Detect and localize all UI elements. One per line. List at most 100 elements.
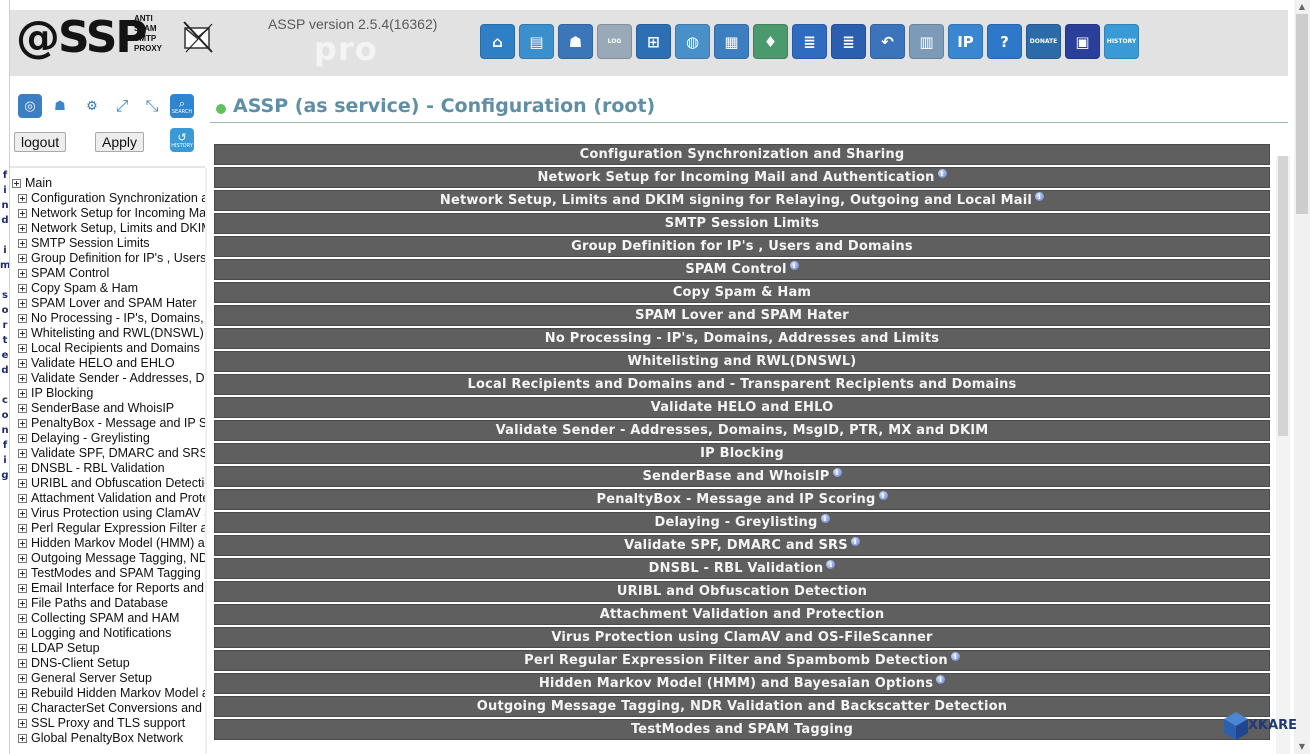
tree-item[interactable]: Validate Sender - Addresses, D bbox=[12, 371, 205, 386]
config-section-header[interactable]: Virus Protection using ClamAV and OS-Fil… bbox=[214, 627, 1270, 648]
expand-plus-icon[interactable] bbox=[18, 449, 27, 459]
expand-plus-icon[interactable] bbox=[18, 329, 27, 339]
tree-item[interactable]: LDAP Setup bbox=[12, 641, 205, 656]
history-icon[interactable]: ↺ HISTORY bbox=[170, 128, 194, 152]
tree-item[interactable]: Email Interface for Reports and bbox=[12, 581, 205, 596]
expand-plus-icon[interactable] bbox=[18, 614, 27, 624]
config-section-header[interactable]: Outgoing Message Tagging, NDR Validation… bbox=[214, 696, 1270, 717]
expand-plus-icon[interactable] bbox=[18, 569, 27, 579]
notebook-alt-icon[interactable]: ≣ bbox=[831, 24, 866, 59]
tree-item[interactable]: File Paths and Database bbox=[12, 596, 205, 611]
info-icon[interactable]: i bbox=[832, 468, 842, 477]
config-section-header[interactable]: Delaying - Greylisting i bbox=[214, 512, 1270, 533]
document-icon[interactable]: ▤ bbox=[519, 24, 554, 59]
config-section-header[interactable]: SPAM Lover and SPAM Hater bbox=[214, 305, 1270, 326]
undo-icon[interactable]: ↶ bbox=[870, 24, 905, 59]
logout-button[interactable]: logout bbox=[14, 132, 67, 152]
config-section-header[interactable]: Network Setup, Limits and DKIM signing f… bbox=[214, 190, 1270, 211]
info-icon[interactable]: i bbox=[950, 652, 960, 661]
tree-item[interactable]: Local Recipients and Domains bbox=[12, 341, 205, 356]
config-section-header[interactable]: SenderBase and WhoisIP i bbox=[214, 466, 1270, 487]
expand-plus-icon[interactable] bbox=[18, 269, 27, 279]
globe-icon[interactable]: ◍ bbox=[675, 24, 710, 59]
expand-plus-icon[interactable] bbox=[18, 704, 27, 714]
expand-plus-icon[interactable] bbox=[18, 374, 27, 384]
expand-plus-icon[interactable] bbox=[18, 434, 27, 444]
expand-plus-icon[interactable] bbox=[18, 314, 27, 324]
monitor-icon[interactable]: ♦ bbox=[753, 24, 788, 59]
expand-plus-icon[interactable] bbox=[18, 479, 27, 489]
tree-item[interactable]: Validate SPF, DMARC and SRS bbox=[12, 446, 205, 461]
tree-item[interactable]: Group Definition for IP's , Users bbox=[12, 251, 205, 266]
tree-item[interactable]: Whitelisting and RWL(DNSWL) bbox=[12, 326, 205, 341]
tree-item[interactable]: SenderBase and WhoisIP bbox=[12, 401, 205, 416]
expand-plus-icon[interactable] bbox=[18, 734, 27, 744]
config-section-header[interactable]: Validate Sender - Addresses, Domains, Ms… bbox=[214, 420, 1270, 441]
config-section-header[interactable]: Attachment Validation and Protection bbox=[214, 604, 1270, 625]
config-section-header[interactable]: SPAM Control i bbox=[214, 259, 1270, 280]
expand-icon[interactable]: ⤢ bbox=[110, 94, 134, 118]
expand-plus-icon[interactable] bbox=[18, 254, 27, 264]
info-icon[interactable]: i bbox=[826, 560, 836, 569]
tree-item[interactable]: TestModes and SPAM Tagging bbox=[12, 566, 205, 581]
expand-plus-icon[interactable] bbox=[18, 224, 27, 234]
config-section-header[interactable]: Perl Regular Expression Filter and Spamb… bbox=[214, 650, 1270, 671]
user-settings-icon[interactable]: ⚙ bbox=[80, 94, 104, 118]
search-icon[interactable]: ⌕ SEARCH bbox=[170, 94, 194, 118]
page-scrollbar[interactable]: ▲ ▼ bbox=[1294, 0, 1310, 754]
expand-plus-icon[interactable] bbox=[18, 404, 27, 414]
collapse-icon[interactable]: ⤡ bbox=[140, 94, 164, 118]
page-scrollbar-thumb[interactable] bbox=[1296, 14, 1308, 214]
book-icon[interactable]: ▥ bbox=[909, 24, 944, 59]
tree-item[interactable]: Hidden Markov Model (HMM) an bbox=[12, 536, 205, 551]
ip-icon[interactable]: IP bbox=[948, 24, 983, 59]
info-icon[interactable]: i bbox=[820, 514, 830, 523]
tree-item[interactable]: SMTP Session Limits bbox=[12, 236, 205, 251]
config-section-header[interactable]: No Processing - IP's, Domains, Addresses… bbox=[214, 328, 1270, 349]
info-icon[interactable]: i bbox=[789, 261, 799, 270]
expand-plus-icon[interactable] bbox=[18, 509, 27, 519]
expand-plus-icon[interactable] bbox=[18, 284, 27, 294]
save-icon[interactable]: ▣ bbox=[1065, 24, 1100, 59]
expand-plus-icon[interactable] bbox=[18, 524, 27, 534]
expand-plus-icon[interactable] bbox=[18, 389, 27, 399]
config-section-header[interactable]: Network Setup for Incoming Mail and Auth… bbox=[214, 167, 1270, 188]
config-section-header[interactable]: Hidden Markov Model (HMM) and Bayesaian … bbox=[214, 673, 1270, 694]
calendar-icon[interactable]: ▦ bbox=[714, 24, 749, 59]
config-section-header[interactable]: Local Recipients and Domains and - Trans… bbox=[214, 374, 1270, 395]
info-icon[interactable]: i bbox=[878, 491, 888, 500]
expand-plus-icon[interactable] bbox=[18, 719, 27, 729]
log-icon[interactable]: LOG bbox=[597, 24, 632, 59]
config-section-header[interactable]: Configuration Synchronization and Sharin… bbox=[214, 144, 1270, 165]
tree-item[interactable]: URIBL and Obfuscation Detectio bbox=[12, 476, 205, 491]
expand-plus-icon[interactable] bbox=[18, 209, 27, 219]
expand-plus-icon[interactable] bbox=[18, 464, 27, 474]
tree-item[interactable]: Copy Spam & Ham bbox=[12, 281, 205, 296]
tree-item[interactable]: Network Setup for Incoming Mai bbox=[12, 206, 205, 221]
tree-item[interactable]: General Server Setup bbox=[12, 671, 205, 686]
tree-item[interactable]: SPAM Lover and SPAM Hater bbox=[12, 296, 205, 311]
tree-item[interactable]: PenaltyBox - Message and IP Sc bbox=[12, 416, 205, 431]
expand-plus-icon[interactable] bbox=[18, 239, 27, 249]
config-section-header[interactable]: PenaltyBox - Message and IP Scoring i bbox=[214, 489, 1270, 510]
expand-plus-icon[interactable] bbox=[18, 359, 27, 369]
config-section-header[interactable]: IP Blocking bbox=[214, 443, 1270, 464]
tree-item[interactable]: Attachment Validation and Prote bbox=[12, 491, 205, 506]
user-edit-icon[interactable]: ☗ bbox=[558, 24, 593, 59]
tree-item[interactable]: SSL Proxy and TLS support bbox=[12, 716, 205, 731]
notebook-icon[interactable]: ≣ bbox=[792, 24, 827, 59]
tree-item[interactable]: Delaying - Greylisting bbox=[12, 431, 205, 446]
expand-plus-icon[interactable] bbox=[12, 179, 21, 189]
content-scrollbar-thumb[interactable] bbox=[1278, 156, 1288, 436]
config-section-header[interactable]: Validate SPF, DMARC and SRS i bbox=[214, 535, 1270, 556]
info-icon[interactable]: i bbox=[850, 537, 860, 546]
tree-item[interactable]: Logging and Notifications bbox=[12, 626, 205, 641]
config-section-header[interactable]: Group Definition for IP's , Users and Do… bbox=[214, 236, 1270, 257]
tree-item[interactable]: Rebuild Hidden Markov Model a bbox=[12, 686, 205, 701]
config-section-header[interactable]: Whitelisting and RWL(DNSWL) bbox=[214, 351, 1270, 372]
expand-plus-icon[interactable] bbox=[18, 689, 27, 699]
user-icon[interactable]: ☗ bbox=[48, 94, 72, 118]
expand-plus-icon[interactable] bbox=[18, 599, 27, 609]
tree-item[interactable]: Virus Protection using ClamAV a bbox=[12, 506, 205, 521]
expand-plus-icon[interactable] bbox=[18, 494, 27, 504]
